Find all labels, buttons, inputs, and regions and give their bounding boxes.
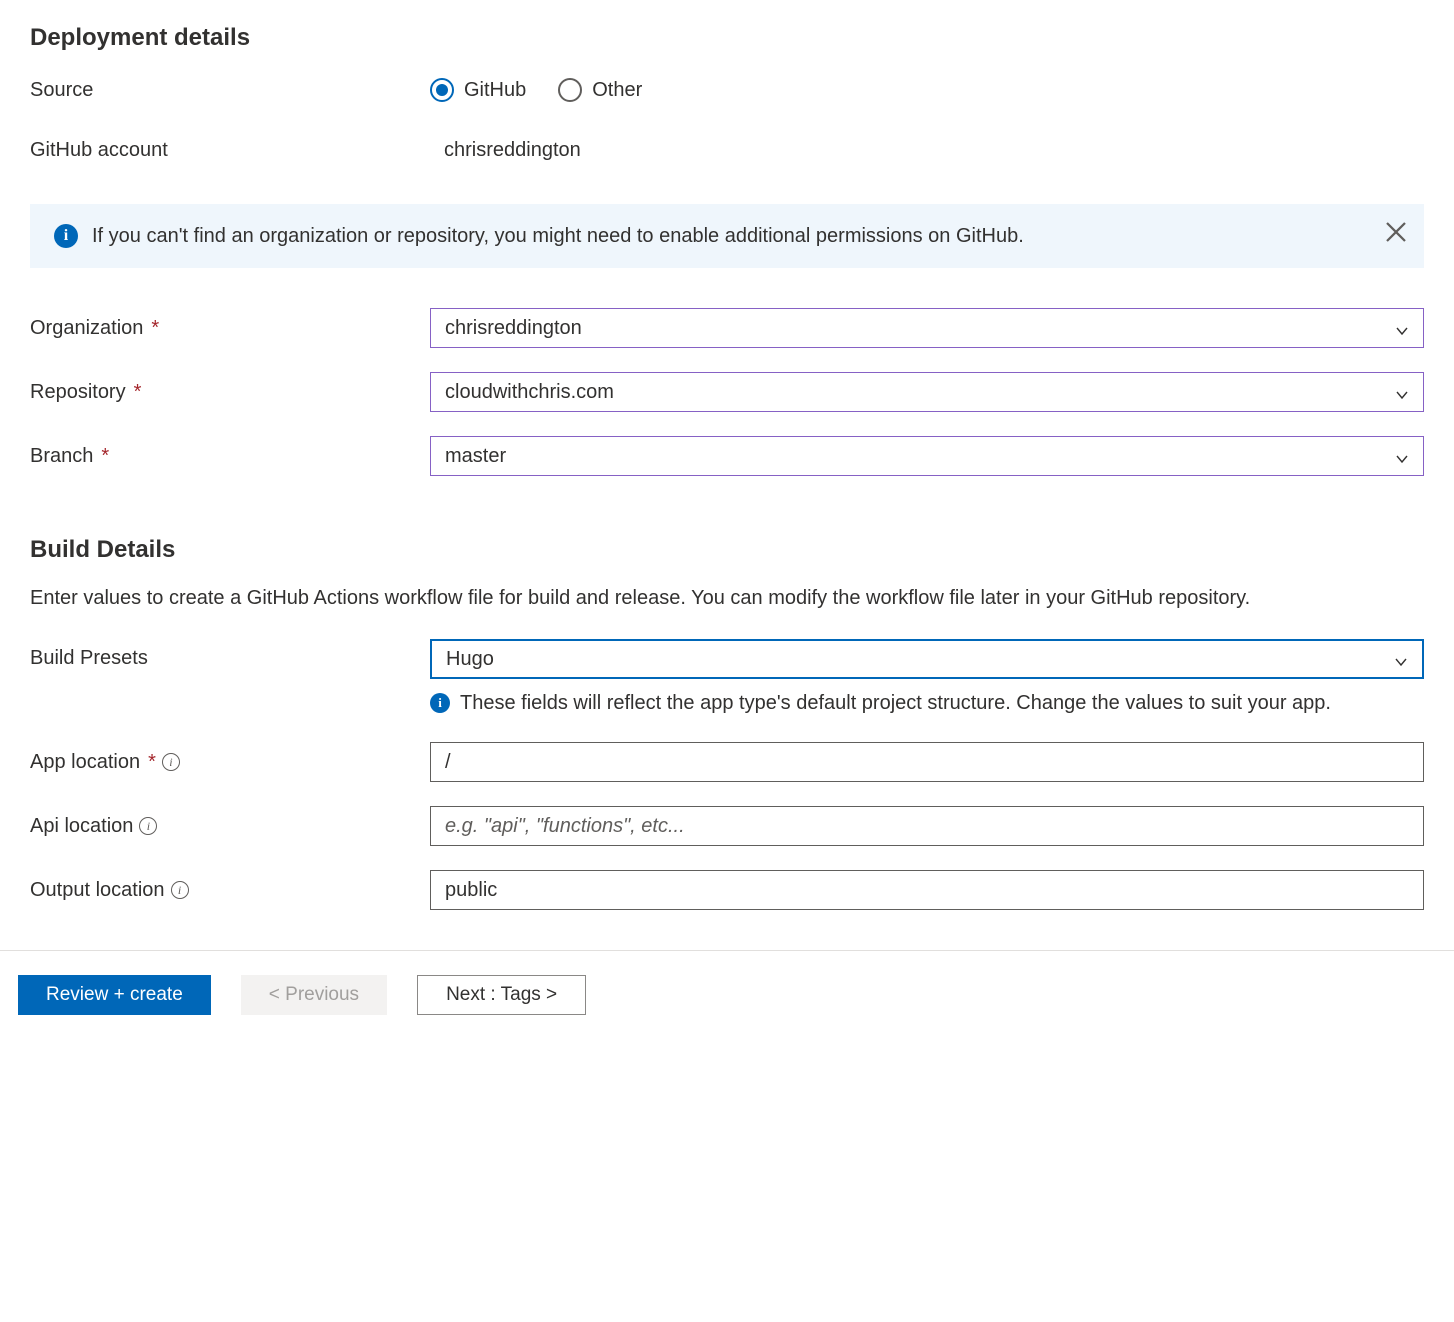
app-location-label: App location* i bbox=[30, 751, 430, 774]
info-icon[interactable]: i bbox=[139, 817, 157, 835]
build-presets-value: Hugo bbox=[446, 648, 494, 671]
build-presets-label: Build Presets bbox=[30, 639, 430, 670]
source-radio-other-label: Other bbox=[592, 79, 642, 102]
app-location-input[interactable] bbox=[430, 742, 1424, 782]
source-label: Source bbox=[30, 79, 430, 102]
github-account-label: GitHub account bbox=[30, 139, 430, 162]
review-create-button[interactable]: Review + create bbox=[18, 975, 211, 1015]
source-radio-github[interactable]: GitHub bbox=[430, 78, 526, 102]
api-location-input[interactable] bbox=[430, 806, 1424, 846]
output-location-input[interactable] bbox=[430, 870, 1424, 910]
source-radio-other[interactable]: Other bbox=[558, 78, 642, 102]
footer-bar: Review + create < Previous Next : Tags > bbox=[0, 951, 1454, 1039]
chevron-down-icon bbox=[1395, 449, 1409, 463]
github-permissions-info-banner: i If you can't find an organization or r… bbox=[30, 204, 1424, 268]
close-icon[interactable] bbox=[1384, 220, 1408, 244]
info-icon: i bbox=[430, 693, 450, 713]
deployment-details-title: Deployment details bbox=[30, 24, 1424, 52]
chevron-down-icon bbox=[1394, 652, 1408, 666]
build-details-title: Build Details bbox=[30, 536, 1424, 564]
build-details-description: Enter values to create a GitHub Actions … bbox=[30, 584, 1424, 613]
organization-label: Organization* bbox=[30, 317, 430, 340]
branch-select[interactable]: master bbox=[430, 436, 1424, 476]
repository-select[interactable]: cloudwithchris.com bbox=[430, 372, 1424, 412]
info-icon[interactable]: i bbox=[162, 753, 180, 771]
build-presets-select[interactable]: Hugo bbox=[430, 639, 1424, 679]
branch-label: Branch* bbox=[30, 445, 430, 468]
repository-label: Repository* bbox=[30, 381, 430, 404]
organization-select[interactable]: chrisreddington bbox=[430, 308, 1424, 348]
info-banner-text: If you can't find an organization or rep… bbox=[92, 225, 1024, 248]
info-icon[interactable]: i bbox=[171, 881, 189, 899]
info-icon: i bbox=[54, 224, 78, 248]
branch-value: master bbox=[445, 445, 506, 468]
repository-value: cloudwithchris.com bbox=[445, 381, 614, 404]
chevron-down-icon bbox=[1395, 385, 1409, 399]
source-radio-group: GitHub Other bbox=[430, 78, 1424, 102]
build-presets-note: i These fields will reflect the app type… bbox=[430, 689, 1424, 718]
output-location-label: Output location i bbox=[30, 879, 430, 902]
previous-button: < Previous bbox=[241, 975, 387, 1015]
source-radio-github-label: GitHub bbox=[464, 79, 526, 102]
github-account-value: chrisreddington bbox=[430, 139, 581, 161]
chevron-down-icon bbox=[1395, 321, 1409, 335]
organization-value: chrisreddington bbox=[445, 317, 582, 340]
api-location-label: Api location i bbox=[30, 815, 430, 838]
next-button[interactable]: Next : Tags > bbox=[417, 975, 586, 1015]
